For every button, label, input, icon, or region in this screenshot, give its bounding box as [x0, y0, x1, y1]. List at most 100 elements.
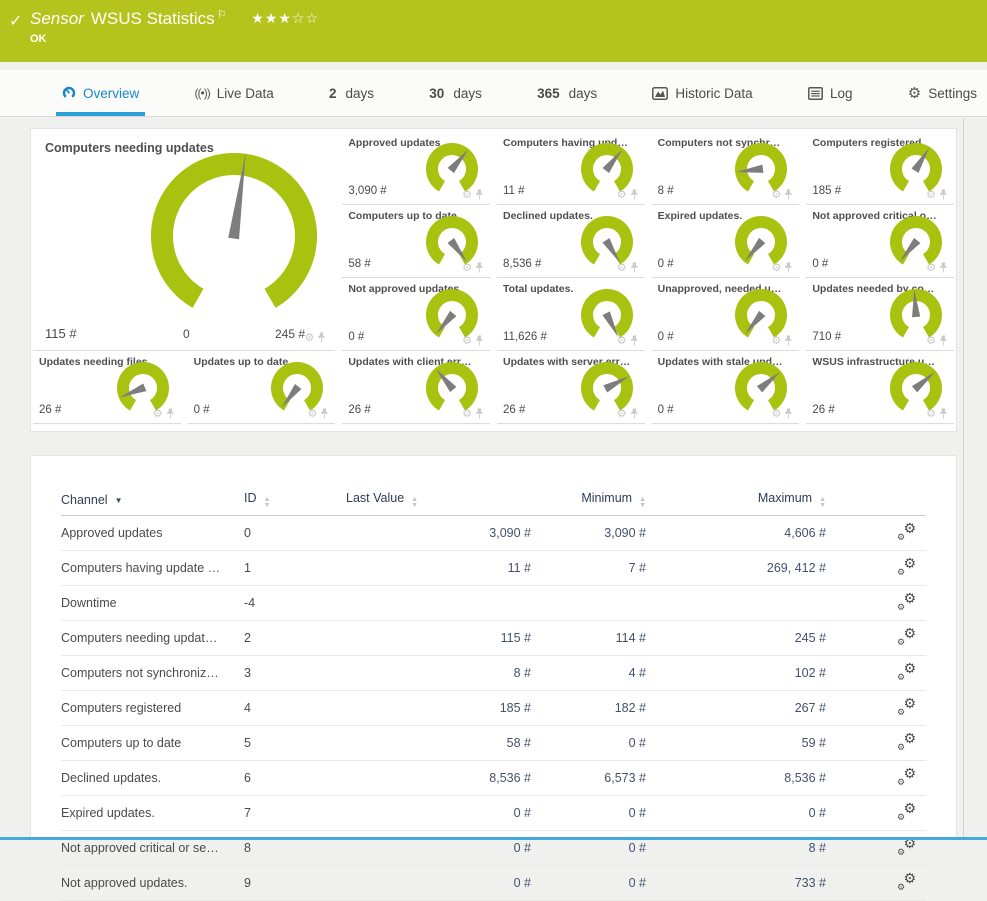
channel-settings-icon[interactable]: ⚙⚙: [897, 524, 916, 539]
cell-last-value: 58 #: [346, 726, 531, 761]
cell-maximum: 269, 412 #: [646, 551, 826, 586]
gauge-tile[interactable]: Updates with stale upd…0 #⚙: [652, 351, 800, 424]
table-row[interactable]: Computers not synchroniz…38 #4 #102 #⚙⚙: [61, 656, 926, 691]
gear-icon[interactable]: ⚙: [617, 336, 627, 347]
pin-icon[interactable]: [630, 408, 639, 420]
priority-stars[interactable]: ★★★☆☆: [251, 10, 319, 26]
channel-settings-icon[interactable]: ⚙⚙: [897, 594, 916, 609]
col-header-channel[interactable]: Channel▼: [61, 482, 244, 516]
pin-icon[interactable]: [475, 189, 484, 201]
table-row[interactable]: Expired updates.70 #0 #0 #⚙⚙: [61, 796, 926, 831]
gear-icon[interactable]: ⚙: [462, 409, 472, 420]
pin-icon[interactable]: [475, 335, 484, 347]
pin-icon[interactable]: [784, 189, 793, 201]
pin-icon[interactable]: [939, 189, 948, 201]
tab-settings[interactable]: ⚙ Settings: [902, 70, 983, 116]
col-header-id[interactable]: ID▲▼: [244, 482, 346, 516]
table-row[interactable]: Computers up to date558 #0 #59 #⚙⚙: [61, 726, 926, 761]
tab-30-days[interactable]: 30 days: [423, 70, 488, 116]
gauge-tile[interactable]: WSUS infrastructure u…26 #⚙: [806, 351, 954, 424]
col-header-maximum[interactable]: Maximum▲▼: [646, 482, 826, 516]
gauge-tile[interactable]: Unapproved, needed u…0 #⚙: [652, 278, 800, 351]
pin-icon[interactable]: [166, 408, 175, 420]
gauge-tile-primary[interactable]: Computers needing updates 115 # 0 245 # …: [33, 132, 335, 351]
pin-icon[interactable]: [939, 262, 948, 274]
pin-icon[interactable]: [475, 262, 484, 274]
pin-icon[interactable]: [784, 408, 793, 420]
gauge-tile[interactable]: Computers up to date58 #⚙: [342, 205, 490, 278]
gauge-tile[interactable]: Updates needed by co…710 #⚙: [806, 278, 954, 351]
table-row[interactable]: Approved updates03,090 #3,090 #4,606 #⚙⚙: [61, 516, 926, 551]
channel-settings-icon[interactable]: ⚙⚙: [897, 699, 916, 714]
gear-icon[interactable]: ⚙: [771, 263, 781, 274]
tab-historic-data[interactable]: Historic Data: [646, 70, 758, 116]
gauge-tile[interactable]: Not approved updates0 #⚙: [342, 278, 490, 351]
gear-icon[interactable]: ⚙: [617, 263, 627, 274]
channel-settings-icon[interactable]: ⚙⚙: [897, 769, 916, 784]
gauge-tile[interactable]: Computers not synchr…8 #⚙: [652, 132, 800, 205]
table-row[interactable]: Downtime-4⚙⚙: [61, 586, 926, 621]
channel-settings-icon[interactable]: ⚙⚙: [897, 804, 916, 819]
tab-365-days[interactable]: 365 days: [531, 70, 603, 116]
pin-icon[interactable]: [317, 332, 326, 344]
gauge-tile[interactable]: Updates needing files.26 #⚙: [33, 351, 181, 424]
gauge-tile[interactable]: Computers registered185 #⚙: [806, 132, 954, 205]
gear-icon[interactable]: ⚙: [926, 336, 936, 347]
channel-settings-icon[interactable]: ⚙⚙: [897, 839, 916, 854]
table-row[interactable]: Not approved critical or se…80 #0 #8 #⚙⚙: [61, 831, 926, 866]
area-chart-icon: [652, 87, 668, 100]
tab-2-days[interactable]: 2 days: [323, 70, 380, 116]
pin-icon[interactable]: [630, 262, 639, 274]
gear-icon[interactable]: ⚙: [462, 263, 472, 274]
channel-settings-icon[interactable]: ⚙⚙: [897, 874, 916, 889]
col-header-minimum[interactable]: Minimum▲▼: [531, 482, 646, 516]
gear-icon[interactable]: ⚙: [771, 409, 781, 420]
channel-settings-icon[interactable]: ⚙⚙: [897, 559, 916, 574]
gear-icon[interactable]: ⚙: [153, 409, 163, 420]
table-row[interactable]: Declined updates.68,536 #6,573 #8,536 #⚙…: [61, 761, 926, 796]
gear-icon[interactable]: ⚙: [307, 409, 317, 420]
channel-settings-icon[interactable]: ⚙⚙: [897, 629, 916, 644]
pin-icon[interactable]: [630, 189, 639, 201]
table-row[interactable]: Computers registered4185 #182 #267 #⚙⚙: [61, 691, 926, 726]
pin-icon[interactable]: [630, 335, 639, 347]
table-row[interactable]: Computers needing updat…2115 #114 #245 #…: [61, 621, 926, 656]
gear-icon[interactable]: ⚙: [926, 409, 936, 420]
gear-icon[interactable]: ⚙: [771, 190, 781, 201]
gear-icon[interactable]: ⚙: [617, 190, 627, 201]
gauge-tile[interactable]: Updates up to date.0 #⚙: [188, 351, 336, 424]
gauge-tile[interactable]: Total updates.11,626 #⚙: [497, 278, 645, 351]
pin-icon[interactable]: [320, 408, 329, 420]
tab-live-data[interactable]: ((•)) Live Data: [189, 70, 280, 116]
gauge-tile[interactable]: Computers having upd…11 #⚙: [497, 132, 645, 205]
gear-icon[interactable]: ⚙: [462, 336, 472, 347]
gauge-tile[interactable]: Declined updates.8,536 #⚙: [497, 205, 645, 278]
gear-icon[interactable]: ⚙: [771, 336, 781, 347]
table-row[interactable]: Computers having update …111 #7 #269, 41…: [61, 551, 926, 586]
channel-settings-icon[interactable]: ⚙⚙: [897, 664, 916, 679]
pin-icon[interactable]: [475, 408, 484, 420]
gear-icon[interactable]: ⚙: [617, 409, 627, 420]
tab-label: days: [453, 86, 482, 101]
gear-icon[interactable]: ⚙: [462, 190, 472, 201]
pin-icon[interactable]: [939, 335, 948, 347]
cell-maximum: 8 #: [646, 831, 826, 866]
gear-icon[interactable]: ⚙: [304, 333, 314, 344]
pin-icon[interactable]: [784, 262, 793, 274]
gauge-tile[interactable]: Updates with server err…26 #⚙: [497, 351, 645, 424]
tab-log[interactable]: Log: [802, 70, 859, 116]
gauge-tile[interactable]: Expired updates.0 #⚙: [652, 205, 800, 278]
gauge-tile[interactable]: Approved updates3,090 #⚙: [342, 132, 490, 205]
pin-icon[interactable]: [939, 408, 948, 420]
gear-icon[interactable]: ⚙: [926, 190, 936, 201]
tab-overview[interactable]: Overview: [56, 70, 145, 116]
gear-icon[interactable]: ⚙: [926, 263, 936, 274]
gauge-scale-max: 245 #: [275, 327, 305, 341]
pin-icon[interactable]: [784, 335, 793, 347]
col-header-last-value[interactable]: Last Value▲▼: [346, 482, 531, 516]
sensor-tabbar: Overview ((•)) Live Data 2 days 30 days …: [0, 70, 987, 117]
channel-settings-icon[interactable]: ⚙⚙: [897, 734, 916, 749]
gauge-tile[interactable]: Updates with client err…26 #⚙: [342, 351, 490, 424]
table-row[interactable]: Not approved updates.90 #0 #733 #⚙⚙: [61, 866, 926, 901]
gauge-tile[interactable]: Not approved critical o…0 #⚙: [806, 205, 954, 278]
